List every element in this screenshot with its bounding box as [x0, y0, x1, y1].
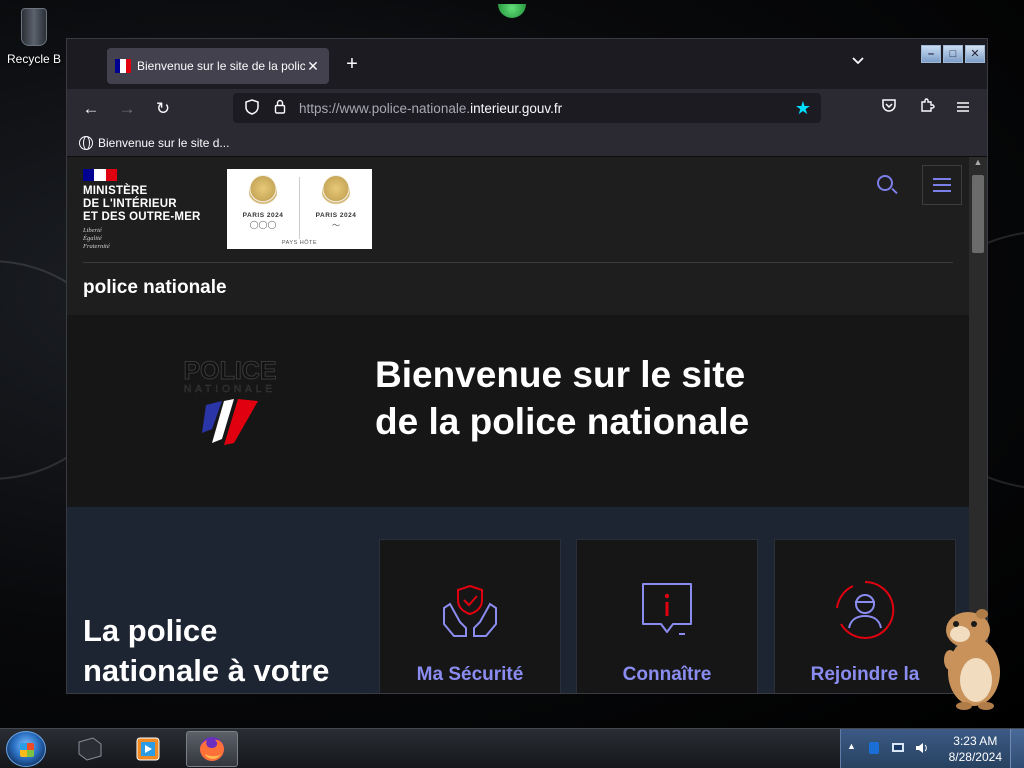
puzzle-icon [921, 98, 935, 112]
show-hidden-icons-icon[interactable]: ▲ [847, 741, 856, 751]
gadget-indicator [498, 4, 526, 18]
paris-2024-logo: PARIS 2024 ◯◯◯ PARIS 2024 〜 PAYS HÔTE [227, 169, 372, 249]
network-icon[interactable] [891, 741, 905, 755]
address-bar[interactable]: https://www.police-nationale. interieur.g… [233, 93, 821, 123]
site-menu-button[interactable] [922, 165, 962, 205]
system-clock[interactable]: 3:23 AM 8/28/2024 [949, 733, 1002, 765]
service-name-link[interactable]: police nationale [83, 277, 227, 299]
ministry-logo[interactable]: MINISTÈRE DE L'INTÉRIEUR ET DES OUTRE-ME… [83, 169, 201, 251]
url-prefix: https://www.police-nationale. [299, 100, 471, 116]
system-tray: ▲ 3:23 AM 8/28/2024 [840, 729, 1024, 768]
hero-title: Bienvenue sur le site de la police natio… [375, 354, 750, 442]
tab-title: Bienvenue sur le site de la police natio… [137, 59, 305, 73]
minimize-button[interactable]: – [921, 45, 941, 63]
tricolor-stripes-icon [202, 399, 258, 445]
paris-flame-icon [249, 175, 277, 209]
volume-icon[interactable] [915, 741, 929, 755]
tab-active[interactable]: Bienvenue sur le site de la police natio… [107, 48, 329, 84]
navigation-toolbar: ← → ↻ https://www.police-nationale. inter… [67, 89, 987, 129]
extensions-button[interactable] [915, 97, 939, 121]
taskbar: ▲ 3:23 AM 8/28/2024 [0, 728, 1024, 768]
new-tab-button[interactable]: + [341, 53, 363, 76]
marianne-flag-icon [83, 169, 117, 181]
taskbar-app-firefox[interactable] [186, 731, 238, 767]
tracking-shield-icon[interactable] [243, 98, 261, 118]
pocket-button[interactable] [877, 97, 901, 121]
url-domain: interieur.gouv.fr [470, 100, 563, 116]
bookmark-star-icon[interactable]: ★ [795, 98, 811, 119]
olympic-emblem: PARIS 2024 ◯◯◯ [227, 175, 299, 239]
card-rejoindre[interactable]: Rejoindre la [774, 539, 956, 693]
section-title: La police nationale à votre [83, 613, 330, 688]
hands-shield-icon [438, 578, 502, 642]
reload-button[interactable]: ↻ [151, 97, 175, 121]
firefox-icon [200, 737, 224, 761]
ministry-name: MINISTÈRE DE L'INTÉRIEUR ET DES OUTRE-ME… [83, 185, 201, 223]
terminal-icon [78, 737, 102, 761]
page-viewport: MINISTÈRE DE L'INTÉRIEUR ET DES OUTRE-ME… [67, 157, 987, 693]
maximize-button[interactable]: □ [943, 45, 963, 63]
police-nationale-logo: POLICE NATIONALE [165, 357, 295, 447]
republic-motto: Liberté Égalité Fraternité [83, 227, 110, 250]
app-menu-button[interactable] [951, 97, 975, 121]
lock-icon[interactable] [271, 99, 289, 117]
marianne-favicon-icon [115, 59, 131, 73]
olympic-rings-icon: ◯◯◯ [249, 220, 277, 229]
hamburger-icon [957, 102, 969, 112]
hero-section: POLICE NATIONALE Bienvenue sur le site d… [67, 315, 969, 507]
recruit-person-icon [833, 578, 897, 642]
site-search-button[interactable] [875, 173, 899, 197]
info-bubble-icon [635, 578, 699, 642]
bookmarks-toolbar: Bienvenue sur le site d... [67, 129, 987, 157]
services-section: La police nationale à votre Ma Sécurité [67, 507, 969, 693]
paralympic-agitos-icon: 〜 [332, 221, 340, 230]
card-connaitre[interactable]: Connaître [576, 539, 758, 693]
tab-strip: Bienvenue sur le site de la police natio… [67, 39, 987, 89]
scroll-up-arrow-icon[interactable]: ▲ [969, 157, 987, 171]
globe-icon [79, 135, 93, 150]
clock-time: 3:23 AM [953, 734, 998, 748]
paralympic-emblem: PARIS 2024 〜 [300, 175, 372, 239]
recycle-bin-shortcut[interactable]: Recycle B [2, 8, 66, 66]
recycle-bin-label: Recycle B [6, 52, 62, 66]
tab-close-icon[interactable]: ✕ [305, 58, 321, 75]
window-controls: – □ ✕ [921, 45, 985, 63]
card-ma-securite[interactable]: Ma Sécurité [379, 539, 561, 693]
bluetooth-icon[interactable] [867, 741, 881, 755]
hamburger-icon [933, 178, 951, 180]
recycle-bin-icon [21, 8, 47, 46]
card-label: Connaître [622, 664, 712, 685]
card-label: Ma Sécurité [416, 664, 524, 685]
close-window-button[interactable]: ✕ [965, 45, 985, 63]
bookmark-item[interactable]: Bienvenue sur le site d... [98, 136, 229, 150]
back-button[interactable]: ← [79, 97, 103, 121]
forward-button[interactable]: → [115, 97, 139, 121]
hamster-sticker [938, 604, 1008, 712]
paris-flame-icon [322, 175, 350, 209]
host-country-label: PAYS HÔTE [281, 240, 318, 246]
scrollbar-thumb[interactable] [972, 175, 984, 253]
list-all-tabs-button[interactable] [851, 55, 865, 69]
taskbar-app-media[interactable] [122, 731, 174, 767]
card-label: Rejoindre la [810, 664, 920, 685]
taskbar-app-cmd[interactable] [64, 731, 116, 767]
header-divider [83, 262, 953, 263]
chevron-down-icon [852, 57, 864, 65]
start-button[interactable] [6, 731, 46, 767]
site-header: MINISTÈRE DE L'INTÉRIEUR ET DES OUTRE-ME… [67, 157, 969, 315]
pocket-icon [882, 99, 896, 112]
show-desktop-button[interactable] [1010, 729, 1024, 768]
media-player-icon [136, 737, 160, 761]
clock-date: 8/28/2024 [948, 750, 1002, 764]
browser-window: Bienvenue sur le site de la police natio… [66, 38, 988, 694]
